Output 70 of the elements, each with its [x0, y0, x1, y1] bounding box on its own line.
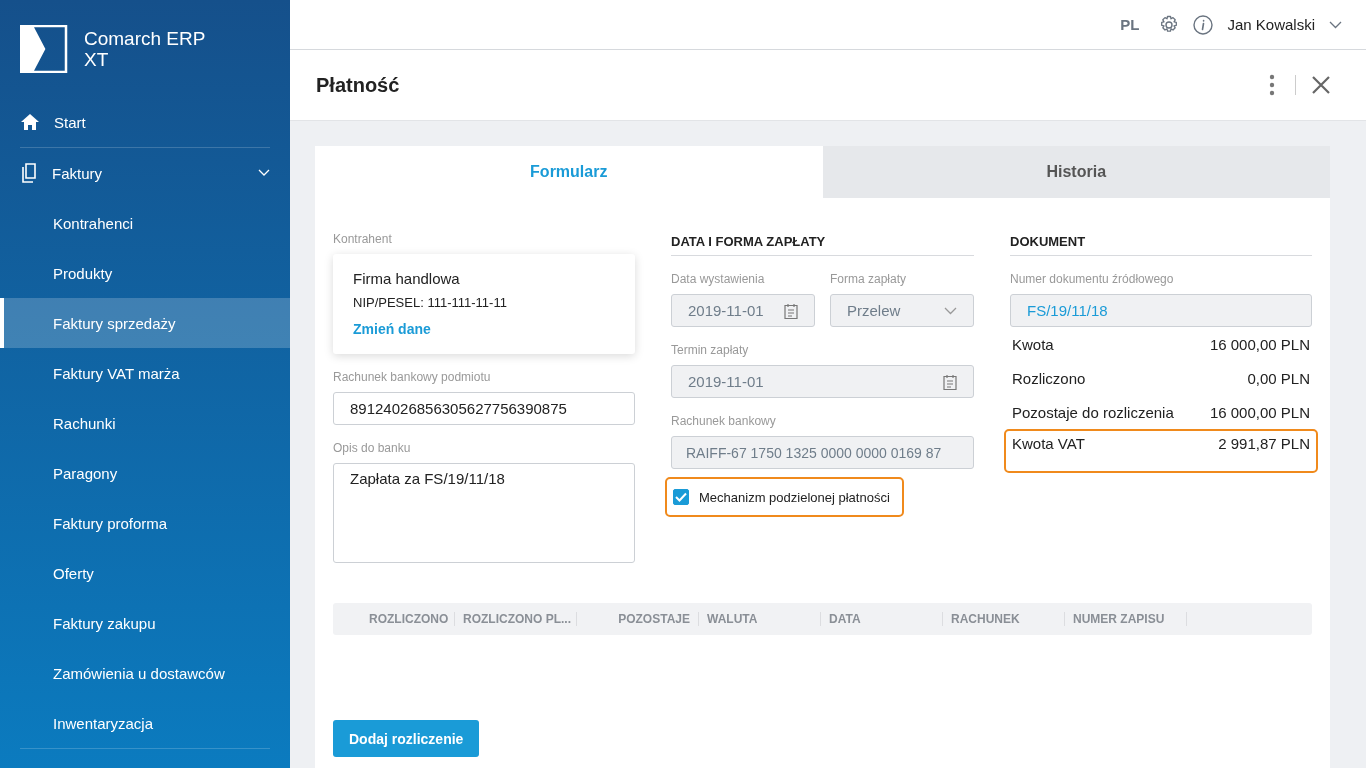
sidebar-subitem[interactable]: Oferty [0, 548, 290, 598]
column-header[interactable]: DATA [821, 612, 943, 626]
column-header[interactable]: ROZLICZONO [361, 612, 455, 626]
field-label: Rachunek bankowy [671, 414, 777, 428]
date-field[interactable]: 2019-11-01 [671, 294, 815, 327]
app-name: Comarch ERP [84, 28, 206, 49]
sidebar-subitem[interactable]: Faktury proforma [0, 498, 290, 548]
bank-description-field[interactable]: Zapłata za FS/19/11/18 [333, 463, 635, 563]
bank-account-field[interactable]: RAIFF-67 1750 1325 0000 0000 0169 87 [671, 436, 974, 469]
sidebar-subitem[interactable]: Produkty [0, 248, 290, 298]
chevron-icon[interactable] [1329, 20, 1342, 29]
calendar-icon [784, 302, 798, 319]
sidebar-subitem[interactable]: Rachunki [0, 398, 290, 448]
sidebar-subitem[interactable]: Faktury zakupu [0, 598, 290, 648]
chevron-icon [944, 306, 957, 315]
info-icon[interactable] [1193, 14, 1214, 35]
amount-label: Rozliczono [1012, 369, 1086, 387]
home-icon [20, 113, 40, 131]
bank-account-field[interactable]: 89124026856305627756390875 [333, 392, 635, 425]
column-header[interactable]: POZOSTAJE [577, 612, 699, 626]
documents-icon [20, 163, 38, 183]
section-heading: DATA I FORMA ZAPŁATY [671, 222, 974, 256]
field-label: Forma zapłaty [830, 272, 908, 286]
user-name[interactable]: Jan Kowalski [1227, 16, 1315, 33]
amount-value: 16 000,00 PLN [1209, 335, 1310, 353]
column-header[interactable]: RACHUNEK [943, 612, 1065, 626]
settings-icon[interactable] [1159, 14, 1180, 35]
field-label: Rachunek bankowy podmiotu [333, 370, 492, 384]
amount-value: 16 000,00 PLN [1209, 403, 1310, 421]
page-title: Płatność [316, 73, 401, 97]
field-label: Kontrahent [333, 232, 393, 246]
field-label: Termin zapłaty [671, 343, 750, 357]
tab[interactable]: Formularz [315, 146, 823, 198]
checkbox-row[interactable]: Mechanizm podzielonej płatności [665, 477, 904, 517]
amount-label: Kwota [1012, 335, 1054, 353]
calendar-icon [943, 373, 957, 390]
logo-icon [20, 25, 68, 73]
column-header[interactable]: ROZLICZONO PL... [455, 612, 577, 626]
add-settlement-button[interactable]: Dodaj rozliczenie [333, 720, 480, 757]
app-name: XT [84, 49, 110, 70]
language-selector[interactable]: PL [1120, 16, 1140, 33]
field-label: Numer dokumentu źródłowego [1010, 272, 1175, 286]
sidebar-subitem[interactable]: Faktury sprzedaży [0, 298, 290, 348]
section-heading: DOKUMENT [1010, 222, 1312, 256]
column-header[interactable]: WALUTA [699, 612, 821, 626]
source-document-field[interactable]: FS/19/11/18 [1010, 294, 1312, 327]
column-header[interactable]: NUMER ZAPISU [1065, 612, 1187, 626]
payment-form-dropdown[interactable]: Przelew [830, 294, 974, 327]
close-icon[interactable] [1312, 76, 1330, 94]
checkbox[interactable] [673, 489, 689, 505]
field-label: Opis do banku [333, 441, 412, 455]
change-data-link[interactable]: Zmień dane [353, 321, 431, 337]
sidebar-item[interactable]: Faktury [0, 148, 290, 198]
sidebar-subitem[interactable]: Paragony [0, 448, 290, 498]
more-icon[interactable] [1269, 74, 1275, 96]
tab[interactable]: Historia [822, 146, 1330, 198]
amount-label: Kwota VAT [1012, 435, 1085, 452]
amount-label: Pozostaje do rozliczenia [1012, 403, 1174, 421]
sidebar-item[interactable]: Start [0, 97, 290, 147]
amount-value: 0,00 PLN [1247, 369, 1310, 387]
sidebar-subitem[interactable]: Faktury VAT marża [0, 348, 290, 398]
amount-value: 2 991,87 PLN [1218, 435, 1310, 452]
sidebar-subitem[interactable]: Kontrahenci [0, 198, 290, 248]
tax-id: NIP/PESEL: 111-111-11-11 [353, 295, 508, 310]
checkbox-label: Mechanizm podzielonej płatności [699, 489, 890, 505]
sidebar-subitem[interactable]: Zamówienia u dostawców [0, 648, 290, 698]
sidebar-subitem[interactable]: Inwentaryzacja [0, 698, 290, 748]
contractor-name: Firma handlowa [353, 270, 461, 287]
field-label: Data wystawienia [671, 272, 766, 286]
date-field[interactable]: 2019-11-01 [671, 365, 974, 398]
